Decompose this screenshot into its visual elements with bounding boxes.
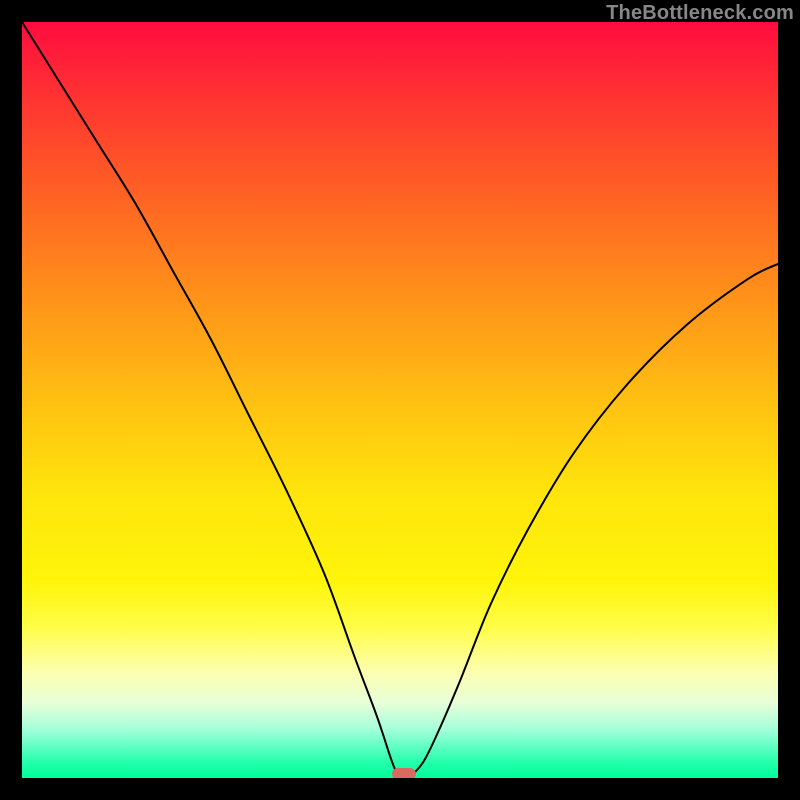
curve-path (22, 22, 778, 778)
optimal-point-marker (392, 768, 416, 778)
chart-frame: TheBottleneck.com (0, 0, 800, 800)
bottleneck-curve (22, 22, 778, 778)
plot-area (22, 22, 778, 778)
